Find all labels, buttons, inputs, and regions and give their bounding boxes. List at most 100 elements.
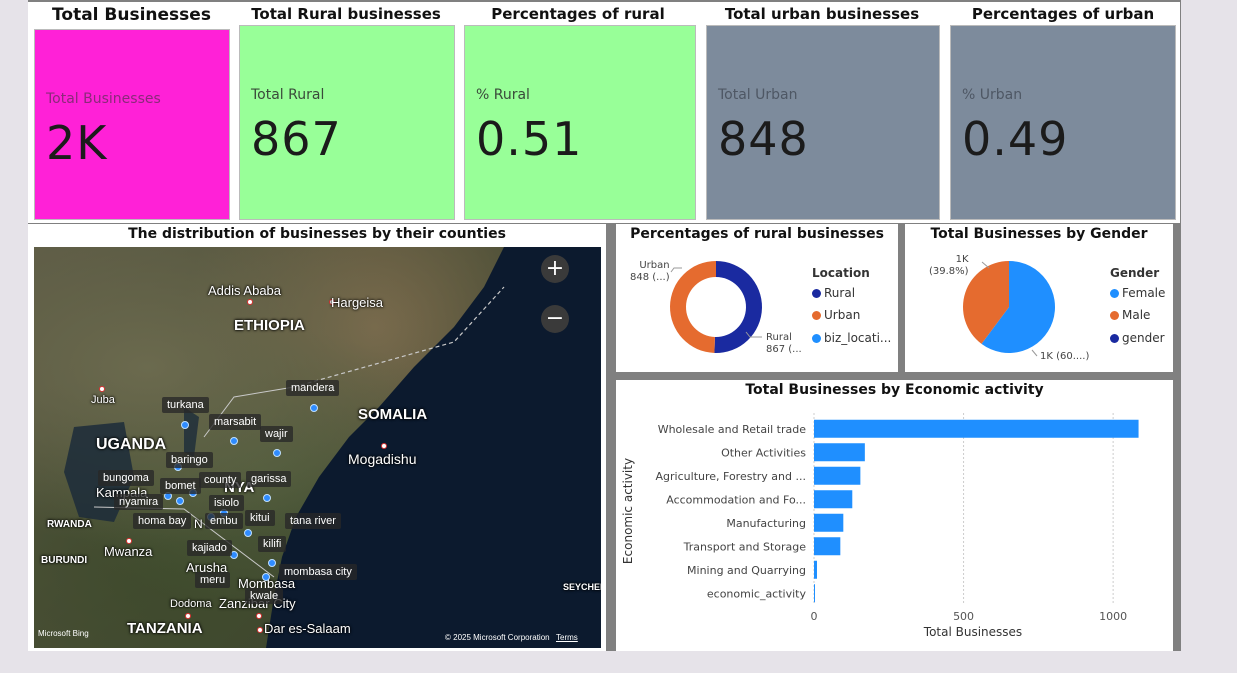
kpi-value: 0.51 [476,112,583,166]
bar[interactable] [814,584,815,603]
county-label: bomet [160,478,201,494]
kpi-label: Total Businesses [46,91,161,107]
county-marker[interactable] [176,497,184,505]
y-tick-label: Mining and Quarrying [687,564,806,577]
legend-swatch [1110,334,1119,343]
x-tick-label: 1000 [1099,610,1127,623]
place-label: Mogadishu [348,451,417,467]
legend-item[interactable]: gender [1110,331,1165,345]
y-tick-label: Agriculture, Forestry and ... [656,470,806,483]
county-marker[interactable] [310,404,318,412]
kpi-total-businesses[interactable]: Total Businesses Total Businesses 2K [30,2,233,221]
bar[interactable] [814,513,844,532]
place-label: N [194,517,203,531]
legend-item[interactable]: Female [1110,286,1165,300]
kpi-card: % Rural 0.51 [464,25,696,220]
y-tick-label: Transport and Storage [683,540,807,553]
legend-title: Location [812,266,870,280]
place-label: Dar es-Salaam [264,621,351,636]
y-tick-label: Other Activities [721,446,806,459]
kpi-label: Total Rural [251,87,325,103]
x-tick-label: 500 [953,610,974,623]
place-label: SEYCHELL [563,582,601,592]
county-marker[interactable] [230,437,238,445]
county-label: kwale [245,588,284,604]
county-label: marsabit [209,414,262,430]
donut-label-rural: Rural 867 (... [766,332,802,355]
county-label: bungoma [98,470,154,486]
legend-label: Rural [824,286,856,300]
county-marker[interactable] [244,529,252,537]
bar[interactable] [814,560,817,579]
leader-line [670,267,682,273]
rural-donut-chart[interactable] [616,224,898,372]
county-marker[interactable] [181,421,189,429]
legend-swatch [812,334,821,343]
county-label: kajiado [187,540,232,556]
bar[interactable] [814,466,861,485]
pie-label-female: 1K (60....) [1040,351,1090,362]
legend-item[interactable]: Urban [812,308,860,322]
city-marker [256,613,262,619]
legend-swatch [812,311,821,320]
kpi-card: Total Rural 867 [239,25,455,220]
place-label: Hargeisa [331,295,384,310]
kpi-title: Total Rural businesses [251,5,441,23]
kpi-card: Total Businesses 2K [34,29,230,220]
county-label: homa bay [133,513,192,529]
county-marker[interactable] [262,573,270,581]
kpi-value: 0.49 [962,112,1069,166]
county-label: meru [195,572,231,588]
map-title: The distribution of businesses by their … [128,226,506,242]
city-marker [99,386,105,392]
bar[interactable] [814,443,865,462]
y-axis-label: Economic activity [621,458,635,564]
bar[interactable] [814,490,853,509]
y-tick-label: Wholesale and Retail trade [658,423,807,436]
place-label: RWANDA [47,519,92,530]
zoom-in-button[interactable]: + [541,255,569,283]
city-marker [185,613,191,619]
donut-slice-rural[interactable] [714,261,762,353]
place-label: SOMALIA [358,406,428,423]
leader-line [1031,349,1038,357]
county-label: isiolo [209,495,245,511]
legend-label: Urban [824,308,861,322]
legend-item[interactable]: Rural [812,286,855,300]
kpi-value: 848 [718,112,809,166]
map-terms-link[interactable]: Terms [556,633,578,642]
legend-label: gender [1122,331,1165,345]
kpi-pct-rural[interactable]: Percentages of rural businesses % Rural … [460,2,696,221]
donut-slice-urban[interactable] [669,261,716,353]
kpi-card: Total Urban 848 [706,25,940,220]
y-tick-label: Manufacturing [726,517,806,530]
legend-item[interactable]: biz_locati... [812,331,891,345]
place-label: TANZANIA [127,620,203,637]
county-map[interactable]: + − Addis Ababa ETHIOPIA Hargeisa SOMALI… [34,247,601,648]
county-marker[interactable] [268,559,276,567]
kpi-value: 2K [46,116,108,170]
city-marker [381,443,387,449]
legend-swatch [1110,311,1119,320]
place-label: Dodoma [170,598,212,610]
place-label: ETHIOPIA [234,317,305,334]
place-label: Addis Ababa [208,283,282,298]
county-marker[interactable] [263,494,271,502]
rural-pie-panel[interactable]: Percentages of rural businesses Urban 84… [616,224,898,372]
place-label: Mwanza [104,544,153,559]
legend-item[interactable]: Male [1110,308,1150,322]
kpi-total-rural[interactable]: Total Rural businesses Total Rural 867 [235,2,457,221]
kpi-value: 867 [251,112,342,166]
kpi-total-urban[interactable]: Total urban businesses Total Urban 848 [702,2,942,221]
city-marker [247,299,253,305]
activity-bar-panel[interactable]: Total Businesses by Economic activity 05… [616,380,1173,651]
bar[interactable] [814,537,841,556]
kpi-pct-urban[interactable]: Percentages of urban businesses % Urban … [946,2,1180,221]
bar[interactable] [814,419,1139,438]
gender-pie-panel[interactable]: Total Businesses by Gender 1K (39.8%) 1K… [905,224,1173,372]
zoom-out-button[interactable]: − [541,305,569,333]
kpi-label: % Rural [476,87,530,103]
county-marker[interactable] [273,449,281,457]
kpi-label: % Urban [962,87,1023,103]
activity-bar-chart[interactable]: 0 500 1000 Wholesale and Retail trade Other … [616,380,1173,651]
